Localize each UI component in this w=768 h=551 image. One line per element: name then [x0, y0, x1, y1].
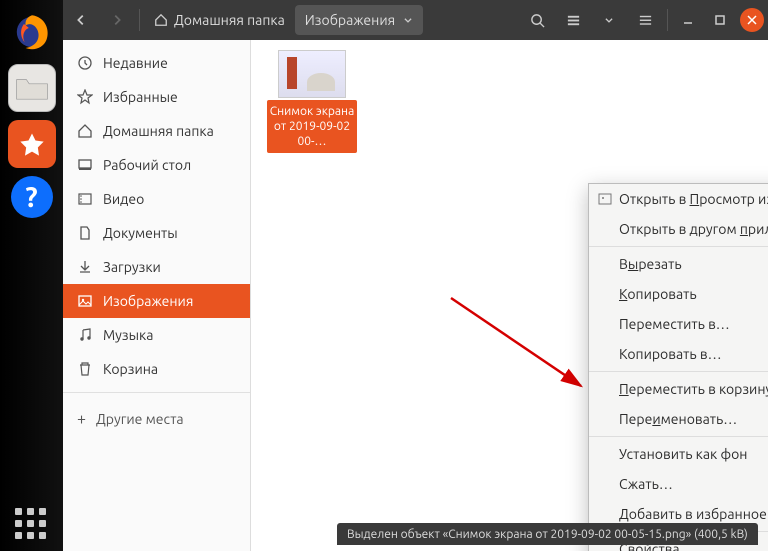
menu-rename[interactable]: Переименовать…F2 [589, 404, 768, 434]
view-dropdown[interactable] [592, 5, 626, 35]
menu-move-to[interactable]: Переместить в… [589, 309, 768, 339]
content-area[interactable]: Снимок экрана от 2019-09-02 00-… Открыть… [251, 40, 768, 551]
dock: ? [0, 0, 63, 551]
menu-copy-to[interactable]: Копировать в… [589, 339, 768, 369]
sidebar-trash[interactable]: Корзина [63, 352, 250, 386]
context-menu: Открыть в Просмотр изображенийReturn Отк… [588, 183, 768, 551]
sidebar-downloads[interactable]: Загрузки [63, 250, 250, 284]
statusbar: Выделен объект «Снимок экрана от 2019-09… [337, 523, 758, 545]
dock-help[interactable]: ? [11, 176, 53, 218]
close-button[interactable] [740, 8, 764, 32]
sidebar-videos[interactable]: Видео [63, 182, 250, 216]
file-thumbnail [278, 50, 346, 98]
sidebar-desktop[interactable]: Рабочий стол [63, 148, 250, 182]
sidebar: Недавние Избранные Домашняя папка Рабочи… [63, 40, 251, 551]
menu-copy[interactable]: КопироватьCtrl+C [589, 279, 768, 309]
forward-button[interactable] [100, 5, 134, 35]
dock-software-center[interactable] [8, 120, 56, 168]
annotation-arrow [441, 288, 591, 398]
menu-trash[interactable]: Переместить в корзинуDelete [589, 374, 768, 404]
back-button[interactable] [64, 5, 98, 35]
file-manager-window: Домашняя папка Изображения Недавние Избр… [63, 0, 768, 551]
path-home[interactable]: Домашняя папка [144, 5, 295, 35]
dock-files[interactable] [8, 64, 56, 112]
menu-open-default[interactable]: Открыть в Просмотр изображенийReturn [589, 184, 768, 214]
minimize-button[interactable] [676, 8, 700, 32]
file-item[interactable]: Снимок экрана от 2019-09-02 00-… [267, 50, 357, 153]
sidebar-starred[interactable]: Избранные [63, 80, 250, 114]
menu-compress[interactable]: Сжать… [589, 469, 768, 499]
sidebar-recent[interactable]: Недавние [63, 46, 250, 80]
titlebar: Домашняя папка Изображения [63, 0, 768, 40]
search-button[interactable] [520, 5, 554, 35]
sidebar-documents[interactable]: Документы [63, 216, 250, 250]
path-current[interactable]: Изображения [295, 5, 423, 35]
dock-apps-grid[interactable] [15, 508, 46, 539]
sidebar-other-locations[interactable]: +Другие места [63, 399, 250, 439]
view-list-button[interactable] [556, 5, 590, 35]
menu-open-with[interactable]: Открыть в другом приложении [589, 214, 768, 244]
menu-set-wallpaper[interactable]: Установить как фон [589, 439, 768, 469]
sidebar-home[interactable]: Домашняя папка [63, 114, 250, 148]
menu-cut[interactable]: ВырезатьCtrl+X [589, 249, 768, 279]
maximize-button[interactable] [708, 8, 732, 32]
sidebar-pictures[interactable]: Изображения [63, 284, 250, 318]
file-label: Снимок экрана от 2019-09-02 00-… [267, 100, 357, 153]
hamburger-menu[interactable] [628, 5, 662, 35]
sidebar-music[interactable]: Музыка [63, 318, 250, 352]
dock-firefox[interactable] [8, 8, 56, 56]
